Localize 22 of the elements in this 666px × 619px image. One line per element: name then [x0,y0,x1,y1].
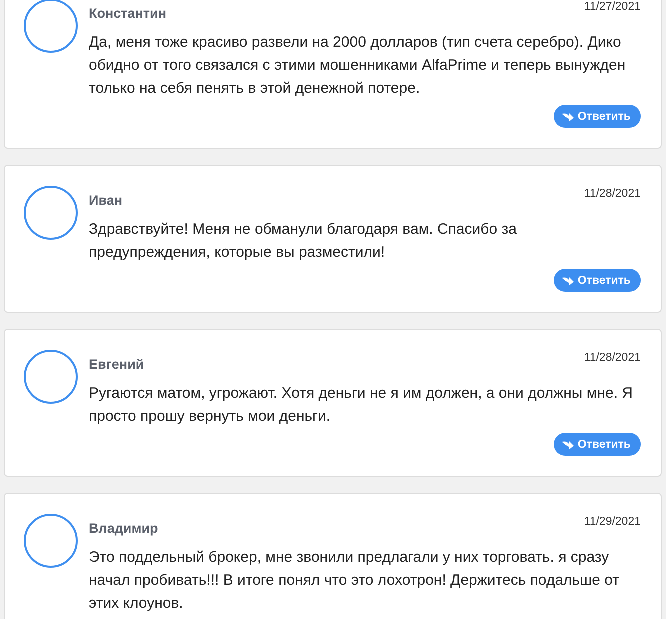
comment-date: 11/28/2021 [584,352,641,364]
avatar-circle [24,0,78,53]
avatar-circle [24,514,78,568]
reply-button[interactable]: Ответить [554,433,641,456]
author-name: Константин [89,6,166,21]
reply-arrow-icon [562,440,574,450]
comment-text: Да, меня тоже красиво развели на 2000 долларов (тип счета серебро). Дико обидно от того связался с этими мошенниками AlfaPrime и теперь вынужден только на себя пенять в этой денежной потере. [89,33,627,99]
avatar-circle [24,186,78,240]
comment-text: Ругаются матом, угрожают. Хотя деньги не я им должен, а они должны мне. Я просто прошу вернуть мои деньги. [89,384,634,427]
reply-arrow-icon [562,276,574,286]
author-name: Иван [89,193,122,208]
comment-text: Здравствуйте! Меня не обманули благодаря вам. Спасибо за предупреждения, которые вы разместили! [89,220,518,263]
author-name: Евгений [89,357,144,372]
comment-date: 11/27/2021 [584,1,641,13]
comment-text: Это поддельный брокер, мне звонили предлагали у них торговать. я сразу начал пробивать!!! В итоге понял что это лохотрон! Держитесь подальше от этих клоунов. [89,548,621,614]
comment-date: 11/29/2021 [584,516,641,528]
comment-date: 11/28/2021 [584,188,641,200]
avatar-circle [24,350,78,404]
author-name: Владимир [89,521,158,536]
reply-arrow-icon [562,112,574,122]
reply-button[interactable]: Ответить [554,269,641,292]
reply-button[interactable]: Ответить [554,105,641,128]
